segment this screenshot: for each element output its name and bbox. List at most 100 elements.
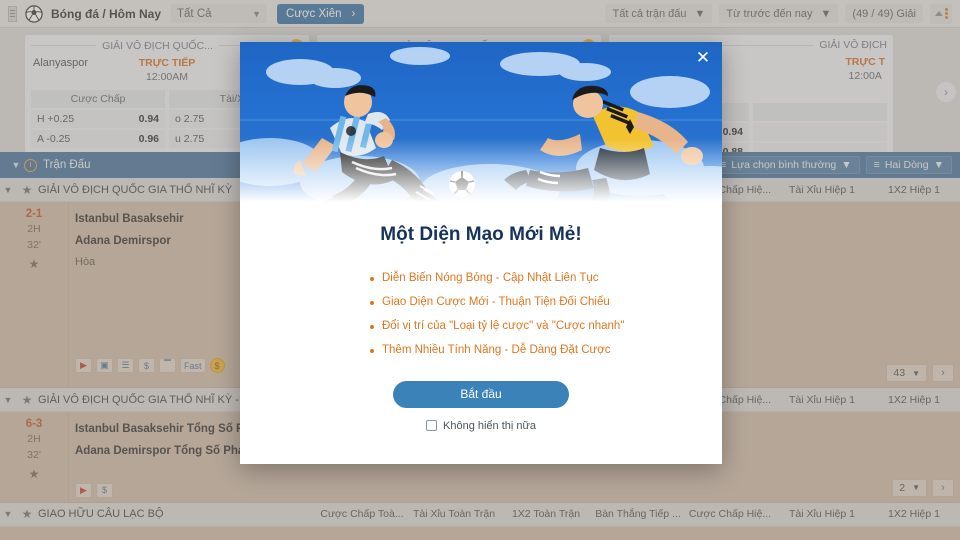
page-select[interactable]: 2 ▼ — [892, 478, 927, 497]
hamburger-icon[interactable] — [8, 5, 17, 22]
sort-arrows-icon[interactable] — [930, 3, 952, 24]
toolbar-actions: ≡ Lựa chọn bình thường ▼ ≡ Hai Dòng ▼ — [712, 156, 960, 174]
match-score-cell: 6-3 2H 32' ★ — [0, 412, 68, 502]
kickoff-time: 12:00AM — [145, 70, 188, 83]
chevron-right-icon[interactable]: › — [932, 478, 954, 497]
league-columns: Cược Chấp Toà... Tài Xỉu Toàn Trận 1X2 T… — [316, 508, 960, 520]
odds-label: A -0.25 — [37, 133, 71, 146]
list-item: Giao Diện Cược Mới - Thuận Tiện Đối Chiế… — [240, 290, 722, 314]
play-icon[interactable]: ▶ — [75, 358, 92, 374]
time-filter-value: Từ trước đến nay — [726, 7, 813, 20]
chevron-down-icon: ▼ — [933, 159, 944, 171]
odds-value: 0.96 — [138, 133, 159, 146]
live-label: TRỰC T — [845, 56, 885, 68]
chevron-down-icon[interactable]: ▼ — [0, 509, 16, 519]
dollar-icon[interactable]: $ — [138, 358, 155, 374]
bullet-icon — [370, 301, 374, 306]
dont-show-label: Không hiển thị nữa — [443, 419, 536, 432]
column-header: 1X2 Hiệp 1 — [888, 183, 940, 196]
sort-asc-arrow — [934, 11, 943, 16]
kickoff-time: 12:00A — [848, 69, 882, 82]
match-minute: 32' — [27, 449, 41, 462]
column-header: 1X2 Hiệp 1 — [888, 393, 940, 406]
star-icon[interactable]: ★ — [16, 393, 38, 407]
parlay-button[interactable]: Cược Xiên › — [277, 3, 365, 24]
divider — [31, 45, 97, 46]
sport-filter-select[interactable]: Tất Cả ▼ — [171, 4, 268, 23]
start-button[interactable]: Bắt đầu — [393, 380, 569, 408]
star-icon[interactable]: ★ — [0, 257, 68, 271]
featured-league-name: GIẢI VÔ ĐỊCH QUỐC... — [102, 39, 213, 52]
featured-league-name: GIẢI VÔ ĐỊCH — [819, 39, 887, 51]
market-title: Cược Chấp — [31, 90, 165, 109]
coin-icon[interactable]: $ — [209, 358, 225, 374]
chevron-right-icon[interactable]: › — [932, 364, 954, 382]
dont-show-checkbox[interactable] — [426, 420, 437, 432]
dollar-icon[interactable]: $ — [96, 482, 113, 498]
star-icon[interactable]: ★ — [16, 183, 38, 197]
featured-market-handicap: Cược Chấp H +0.25 0.94 A -0.25 0.96 — [31, 90, 165, 149]
bars-icon[interactable]: ▔ — [159, 358, 176, 374]
view-option-select[interactable]: ≡ Lựa chọn bình thường ▼ — [712, 156, 860, 174]
odds-label: u 2.75 — [175, 133, 205, 146]
fast-button[interactable]: Fast — [180, 358, 206, 374]
sort-dots — [944, 8, 948, 19]
odds-value: 0.94 — [138, 113, 159, 126]
column-header: 1X2 Hiệp 1 — [888, 508, 940, 521]
odds-label: o 2.75 — [175, 113, 205, 126]
match-list-title: Trận Đấu — [43, 159, 91, 171]
clock-icon — [24, 158, 37, 172]
parlay-button-label: Cược Xiên — [286, 7, 342, 20]
rows-option-label: Hai Dòng — [884, 159, 929, 171]
time-filter-select[interactable]: Từ trước đến nay ▼ — [719, 4, 839, 23]
odds-row[interactable] — [753, 123, 887, 142]
live-label: TRỰC TIẾP — [138, 57, 196, 69]
breadcrumb: Bóng đá / Hôm Nay — [51, 6, 162, 21]
column-header: Tài Xỉu Hiệp 1 — [789, 393, 855, 406]
page-select[interactable]: 43 ▼ — [886, 364, 927, 382]
star-icon[interactable]: ★ — [16, 507, 38, 521]
chevron-down-icon[interactable]: ▼ — [0, 395, 16, 405]
chevron-down-icon[interactable]: ▼ — [0, 185, 16, 195]
rows-option-select[interactable]: ≡ Hai Dòng ▼ — [865, 156, 952, 174]
match-list — [0, 526, 960, 540]
tv-icon[interactable]: ▣ — [96, 358, 113, 374]
odds-row[interactable]: A -0.25 0.96 — [31, 130, 165, 149]
match-pagination: 43 ▼ › — [886, 202, 960, 387]
featured-live-status: TRỰC T 12:00A — [845, 56, 885, 83]
soccer-ball-icon — [25, 4, 43, 23]
star-icon[interactable]: ★ — [0, 467, 68, 481]
league-header[interactable]: ▼ ★ GIAO HỮU CÂU LẠC BỘ Cược Chấp Toà...… — [0, 502, 960, 527]
column-header: Cược Chấp Hiệ... — [688, 508, 772, 521]
close-icon[interactable]: ✕ — [694, 50, 712, 68]
chevron-down-icon[interactable]: ▼ — [8, 160, 24, 170]
chevron-right-icon: › — [351, 7, 356, 20]
column-header: Bàn Thắng Tiếp ... — [595, 508, 681, 521]
play-icon[interactable]: ▶ — [75, 482, 92, 498]
two-soccer-players-illustration — [240, 42, 722, 202]
match-filter-select[interactable]: Tất cả trận đấu ▼ — [605, 4, 713, 23]
league-count-badge[interactable]: (49 / 49) Giải — [845, 4, 923, 23]
chevron-down-icon: ▼ — [820, 7, 832, 20]
league-name: GIAO HỮU CÂU LẠC BỘ — [38, 508, 164, 521]
match-score-cell: 2-1 2H 32' ★ — [0, 202, 68, 387]
dont-show-again-row[interactable]: Không hiển thị nữa — [240, 420, 722, 432]
list-item: Diễn Biến Nóng Bỏng - Cập Nhật Liên Tục — [240, 266, 722, 290]
featured-home-team: Alanyaspor — [33, 57, 89, 69]
stats-icon[interactable]: ☰ — [117, 358, 134, 374]
column-header: Cược Chấp Toà... — [320, 508, 404, 521]
league-name: GIẢI VÔ ĐỊCH QUỐC GIA THỔ NHĨ KỲ - P... — [38, 393, 258, 406]
league-columns: Cược Chấp Hiệ... Tài Xỉu Hiệp 1 1X2 Hiệp… — [684, 184, 960, 196]
page-number: 43 — [893, 367, 906, 379]
list-item: Thêm Nhiều Tính Năng - Dễ Dàng Đặt Cược — [240, 338, 722, 362]
whats-new-modal: ✕ Một Diện Mạo Mới Mẻ! Diễn Biến Nóng Bỏ… — [240, 42, 722, 464]
list-item: Đổi vị trí của "Loại tỷ lệ cược" và "Cượ… — [240, 314, 722, 338]
odds-row[interactable] — [753, 143, 887, 152]
chevron-down-icon: ▼ — [912, 368, 920, 378]
chevron-right-icon[interactable]: › — [936, 82, 956, 102]
hero-illustration: ✕ — [240, 42, 722, 202]
odds-row[interactable]: H +0.25 0.94 — [31, 110, 165, 129]
column-header: Tài Xỉu Hiệp 1 — [789, 183, 855, 196]
chevron-down-icon: ▼ — [841, 159, 852, 171]
match-score: 2-1 — [25, 208, 43, 220]
